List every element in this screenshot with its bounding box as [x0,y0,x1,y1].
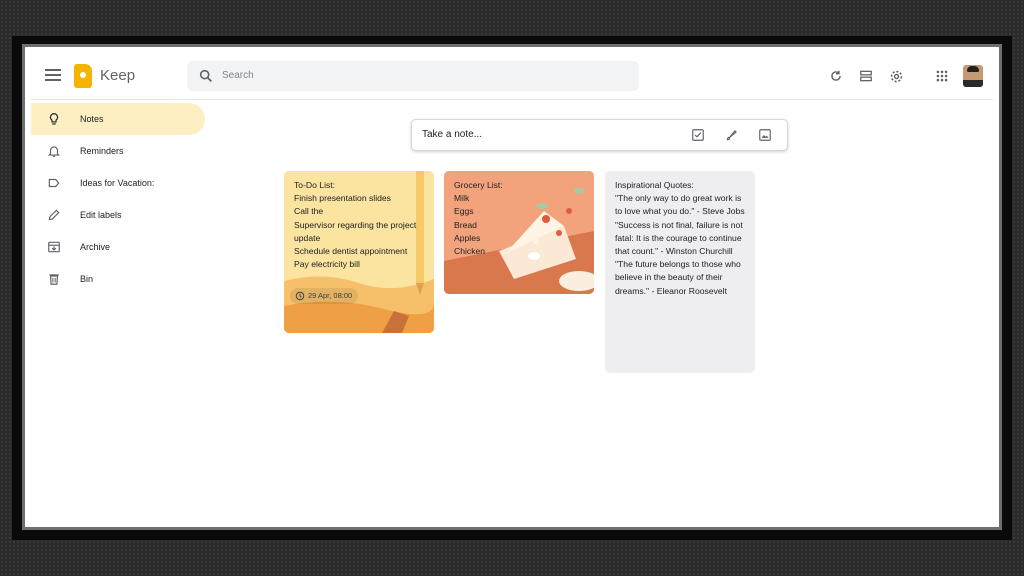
search-bar[interactable]: Search [187,61,639,91]
sidebar-item-bin[interactable]: Bin [31,263,221,295]
note-title: To-Do List: [294,180,336,190]
note-line: update [294,232,321,243]
note-line: Bread [454,219,477,230]
sidebar-item-label: Notes [80,114,104,124]
note-body: Inspirational Quotes: "The only way to d… [615,179,747,298]
note-line: Apples [454,232,481,243]
bell-icon [47,146,61,157]
search-icon[interactable] [198,68,214,84]
settings-gear-icon[interactable] [887,67,905,85]
note-body: To-Do List: Finish presentation slides C… [294,179,426,271]
search-input[interactable]: Search [222,70,254,81]
trash-icon [49,274,59,285]
note-line: Chicken [454,246,486,257]
sidebar-item-edit-labels[interactable]: Edit labels [31,199,221,231]
clock-icon [295,291,305,301]
note-line: Pay electricity bill [294,259,360,270]
new-image-icon[interactable] [758,128,772,142]
refresh-icon[interactable] [827,67,845,85]
sidebar-item-label: Ideas for Vacation: [80,178,155,188]
note-card-quotes[interactable]: Inspirational Quotes: "The only way to d… [605,171,755,373]
note-body: Grocery List: Milk Eggs Bread Apples Chi… [454,179,586,258]
note-line: Schedule dentist appointment [294,246,408,257]
apps-grid-icon[interactable] [933,67,951,85]
note-line: Supervisor regarding the project [294,219,417,230]
sidebar-item-label: Archive [80,242,111,252]
sidebar-item-reminders[interactable]: Reminders [31,135,221,167]
note-line: Finish presentation slides [294,193,391,204]
note-line: "The future belongs to those who believe… [615,259,741,296]
sidebar: Notes Reminders Ideas for Vacation: Edit… [31,103,221,295]
keep-app-window: Keep Search Notes Reminders Ideas for Va… [31,53,993,520]
archive-icon [48,241,60,253]
main-menu-icon[interactable] [45,67,61,81]
note-line: Eggs [454,206,474,217]
sidebar-item-notes[interactable]: Notes [31,103,205,135]
note-title: Grocery List: [454,180,503,190]
sidebar-item-label: Reminders [80,146,124,156]
take-note-input[interactable]: Take a note... [422,129,482,140]
new-list-checkbox-icon[interactable] [691,128,705,142]
keep-logo-icon [74,64,92,88]
lightbulb-icon [49,113,59,125]
note-card-todo[interactable]: To-Do List: Finish presentation slides C… [284,171,434,333]
sidebar-item-label: Bin [80,274,94,284]
sidebar-item-ideas-for-vacation[interactable]: Ideas for Vacation: [31,167,221,199]
sidebar-item-label: Edit labels [80,210,122,220]
label-icon [48,178,60,188]
take-note-bar[interactable]: Take a note... [411,119,788,151]
reminder-time: 29 Apr, 08:00 [308,291,353,300]
user-avatar[interactable] [963,65,983,87]
note-line: Milk [454,193,470,204]
reminder-chip[interactable]: 29 Apr, 08:00 [290,288,359,304]
note-line: "Success is not final, failure is not fa… [615,219,743,257]
note-title: Inspirational Quotes: [615,180,694,190]
note-line: Call the [294,206,324,217]
app-title: Keep [100,67,136,84]
new-drawing-brush-icon[interactable] [725,128,739,142]
list-view-icon[interactable] [857,67,875,85]
note-card-grocery[interactable]: Grocery List: Milk Eggs Bread Apples Chi… [444,171,594,294]
note-line: "The only way to do great work is to lov… [615,193,745,217]
pencil-icon [48,209,60,221]
top-bar: Keep Search [31,53,993,100]
sidebar-item-archive[interactable]: Archive [31,231,221,263]
